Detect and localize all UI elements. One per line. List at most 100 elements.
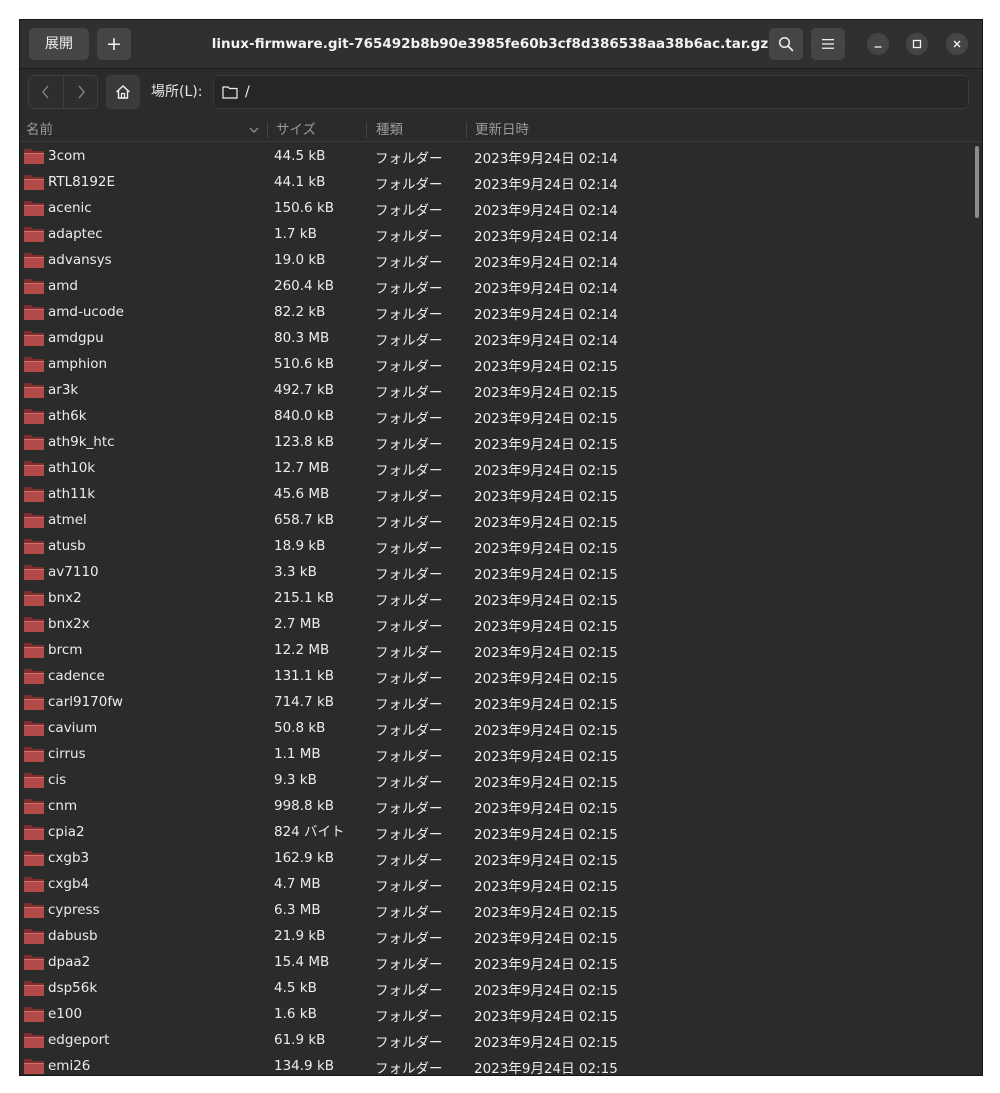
hamburger-menu-icon [822,39,834,49]
window-title: linux-firmware.git-765492b8b90e3985fe60b… [211,36,769,52]
file-row[interactable]: e100 1.6 kB フォルダー 2023年9月24日 02:15 [20,1001,972,1027]
file-row[interactable]: ar3k 492.7 kB フォルダー 2023年9月24日 02:15 [20,377,972,403]
file-name: amd-ucode [48,304,124,320]
file-name: adaptec [48,226,103,242]
home-button[interactable] [106,75,140,109]
file-size: 260.4 kB [274,278,335,294]
file-name: ath9k_htc [48,434,115,450]
file-row[interactable]: dpaa2 15.4 MB フォルダー 2023年9月24日 02:15 [20,949,972,975]
search-button[interactable] [769,28,803,60]
file-name: cavium [48,720,98,736]
file-name: atusb [48,538,86,554]
close-icon [953,40,961,48]
maximize-button[interactable] [906,33,928,55]
file-row[interactable]: cadence 131.1 kB フォルダー 2023年9月24日 02:15 [20,663,972,689]
file-name: ath6k [48,408,87,424]
file-row[interactable]: amd 260.4 kB フォルダー 2023年9月24日 02:14 [20,273,972,299]
file-name: cxgb4 [48,876,90,892]
main-menu-button[interactable] [811,28,845,60]
file-row[interactable]: cxgb3 162.9 kB フォルダー 2023年9月24日 02:15 [20,845,972,871]
column-header-name[interactable]: 名前 [26,119,53,141]
folder-icon [23,744,45,764]
file-row[interactable]: cpia2 824 バイト フォルダー 2023年9月24日 02:15 [20,819,972,845]
file-size: 45.6 MB [274,486,330,502]
file-size: 998.8 kB [274,798,335,814]
file-row[interactable]: amd-ucode 82.2 kB フォルダー 2023年9月24日 02:14 [20,299,972,325]
file-row[interactable]: bnx2 215.1 kB フォルダー 2023年9月24日 02:15 [20,585,972,611]
file-name: dpaa2 [48,954,91,970]
file-size: 18.9 kB [274,538,326,554]
file-row[interactable]: emi26 134.9 kB フォルダー 2023年9月24日 02:15 [20,1053,972,1075]
file-name: ar3k [48,382,79,398]
file-name: edgeport [48,1032,110,1048]
folder-icon [23,146,45,166]
add-files-button[interactable]: + [97,28,131,60]
file-name: cypress [48,902,100,918]
file-row[interactable]: amphion 510.6 kB フォルダー 2023年9月24日 02:15 [20,351,972,377]
folder-icon [23,692,45,712]
file-row[interactable]: advansys 19.0 kB フォルダー 2023年9月24日 02:14 [20,247,972,273]
file-size: 215.1 kB [274,590,335,606]
column-header-row: 名前 サイズ 種類 更新日時 [20,119,982,142]
file-size: 15.4 MB [274,954,330,970]
file-row[interactable]: RTL8192E 44.1 kB フォルダー 2023年9月24日 02:14 [20,169,972,195]
file-name: brcm [48,642,83,658]
folder-icon [23,900,45,920]
forward-button[interactable] [64,76,98,108]
folder-icon [23,796,45,816]
vertical-scrollbar[interactable] [975,146,979,218]
file-row[interactable]: brcm 12.2 MB フォルダー 2023年9月24日 02:15 [20,637,972,663]
location-field[interactable]: / [213,75,969,109]
file-row[interactable]: amdgpu 80.3 MB フォルダー 2023年9月24日 02:14 [20,325,972,351]
folder-icon [23,172,45,192]
file-row[interactable]: cirrus 1.1 MB フォルダー 2023年9月24日 02:15 [20,741,972,767]
file-row[interactable]: cis 9.3 kB フォルダー 2023年9月24日 02:15 [20,767,972,793]
file-size: 658.7 kB [274,512,335,528]
file-size: 123.8 kB [274,434,335,450]
file-name: acenic [48,200,92,216]
folder-icon [23,822,45,842]
file-row[interactable]: atmel 658.7 kB フォルダー 2023年9月24日 02:15 [20,507,972,533]
file-size: 840.0 kB [274,408,335,424]
file-row[interactable]: ath9k_htc 123.8 kB フォルダー 2023年9月24日 02:15 [20,429,972,455]
file-row[interactable]: carl9170fw 714.7 kB フォルダー 2023年9月24日 02:15 [20,689,972,715]
file-name: amphion [48,356,108,372]
file-row[interactable]: adaptec 1.7 kB フォルダー 2023年9月24日 02:14 [20,221,972,247]
file-row[interactable]: atusb 18.9 kB フォルダー 2023年9月24日 02:15 [20,533,972,559]
file-row[interactable]: bnx2x 2.7 MB フォルダー 2023年9月24日 02:15 [20,611,972,637]
extract-button[interactable]: 展開 [29,28,89,60]
file-row[interactable]: ath11k 45.6 MB フォルダー 2023年9月24日 02:15 [20,481,972,507]
back-button[interactable] [29,76,64,108]
header-bar: 展開 + linux-firmware.git-765492b8b90e3985… [20,20,982,69]
file-row[interactable]: ath6k 840.0 kB フォルダー 2023年9月24日 02:15 [20,403,972,429]
folder-icon [23,848,45,868]
folder-icon [23,926,45,946]
folder-icon [23,1004,45,1024]
archive-manager-window: 展開 + linux-firmware.git-765492b8b90e3985… [19,19,983,1076]
minimize-button[interactable] [867,33,889,55]
file-row[interactable]: edgeport 61.9 kB フォルダー 2023年9月24日 02:15 [20,1027,972,1053]
column-header-date[interactable]: 更新日時 [475,119,529,141]
file-row[interactable]: cnm 998.8 kB フォルダー 2023年9月24日 02:15 [20,793,972,819]
file-size: 50.8 kB [274,720,326,736]
folder-icon [23,328,45,348]
file-row[interactable]: cxgb4 4.7 MB フォルダー 2023年9月24日 02:15 [20,871,972,897]
close-button[interactable] [946,33,968,55]
file-row[interactable]: dabusb 21.9 kB フォルダー 2023年9月24日 02:15 [20,923,972,949]
file-size: 131.1 kB [274,668,335,684]
file-row[interactable]: dsp56k 4.5 kB フォルダー 2023年9月24日 02:15 [20,975,972,1001]
file-row[interactable]: cavium 50.8 kB フォルダー 2023年9月24日 02:15 [20,715,972,741]
folder-icon [23,562,45,582]
file-size: 44.1 kB [274,174,326,190]
file-row[interactable]: cypress 6.3 MB フォルダー 2023年9月24日 02:15 [20,897,972,923]
file-row[interactable]: acenic 150.6 kB フォルダー 2023年9月24日 02:14 [20,195,972,221]
folder-icon [23,380,45,400]
file-size: 3.3 kB [274,564,317,580]
file-row[interactable]: 3com 44.5 kB フォルダー 2023年9月24日 02:14 [20,143,972,169]
column-header-size[interactable]: サイズ [276,119,316,141]
file-row[interactable]: ath10k 12.7 MB フォルダー 2023年9月24日 02:15 [20,455,972,481]
file-row[interactable]: av7110 3.3 kB フォルダー 2023年9月24日 02:15 [20,559,972,585]
folder-icon [23,198,45,218]
column-divider [366,122,367,138]
column-header-type[interactable]: 種類 [376,119,403,141]
